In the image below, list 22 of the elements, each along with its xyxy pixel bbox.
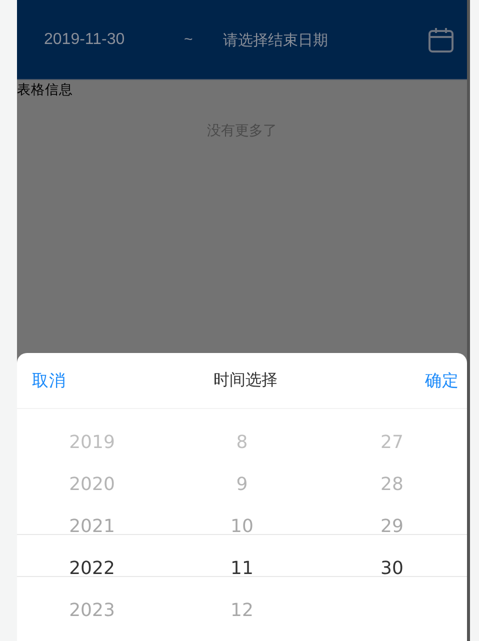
picker-option[interactable]: 2022 <box>69 558 115 578</box>
end-date-field[interactable]: 请选择结束日期 <box>222 30 403 48</box>
calendar-icon[interactable] <box>428 26 454 52</box>
picker-option[interactable]: 2021 <box>69 516 115 536</box>
picker-option[interactable]: 8 <box>236 432 248 452</box>
picker-option[interactable]: 29 <box>380 516 404 536</box>
cancel-button[interactable]: 取消 <box>32 370 66 392</box>
picker-title: 时间选择 <box>214 370 278 391</box>
picker-option[interactable]: 9 <box>236 474 248 494</box>
picker-option[interactable]: 28 <box>380 474 404 494</box>
start-date-field[interactable]: 2019-11-30 <box>44 30 164 48</box>
picker-option[interactable]: 2019 <box>69 432 115 452</box>
confirm-button[interactable]: 确定 <box>425 370 459 392</box>
picker-option[interactable]: 2020 <box>69 474 115 494</box>
picker-option[interactable]: 30 <box>380 558 404 578</box>
picker-option[interactable]: 2023 <box>69 600 115 620</box>
section-title: 表格信息 <box>17 81 74 100</box>
range-separator: ~ <box>184 31 193 48</box>
picker-option[interactable]: 10 <box>230 516 254 536</box>
picker-option[interactable]: 27 <box>380 432 404 452</box>
picker-option[interactable]: 11 <box>230 558 254 578</box>
picker-option[interactable]: 12 <box>230 600 254 620</box>
